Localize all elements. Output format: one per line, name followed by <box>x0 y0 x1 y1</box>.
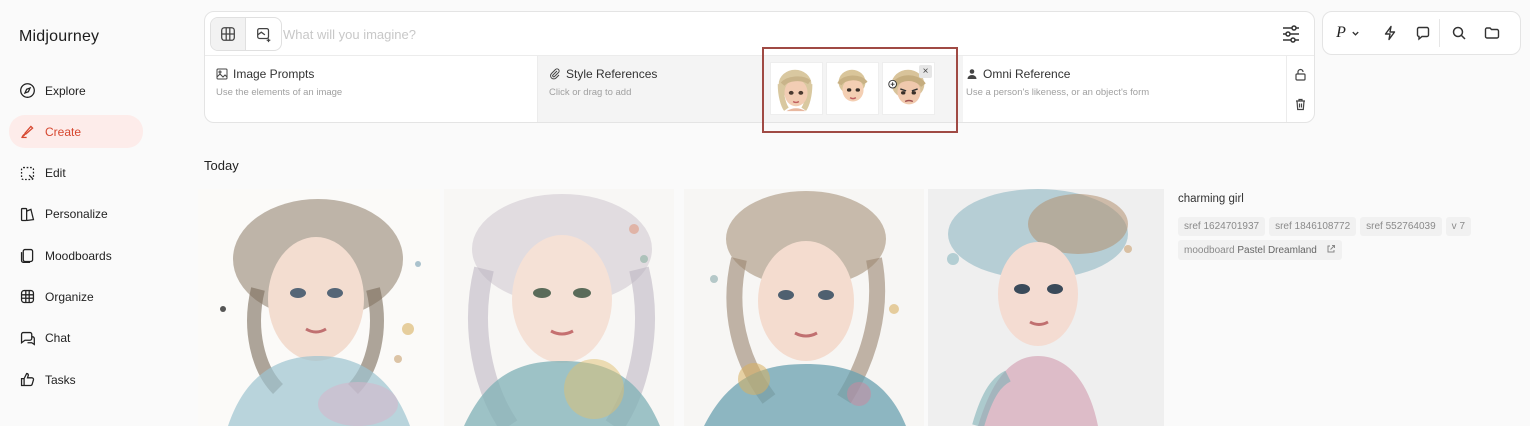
feed-section-label: Today <box>204 158 239 173</box>
style-references-title: Style References <box>549 67 657 81</box>
image-prompts-subtitle: Use the elements of an image <box>216 87 343 98</box>
brush-icon <box>20 125 34 139</box>
style-references-label: Style References <box>566 67 658 81</box>
search-button[interactable] <box>1440 12 1478 54</box>
image-icon <box>216 68 228 80</box>
omni-reference-subtitle: Use a person's likeness, or an object's … <box>966 87 1150 98</box>
sidebar-item-label: Organize <box>45 289 94 304</box>
sidebar-item-organize[interactable]: Organize <box>9 280 143 313</box>
style-references-subtitle: Click or drag to add <box>549 87 632 98</box>
prompt-panel: Image Prompts Use the elements of an ima… <box>204 11 1315 123</box>
version-tag[interactable]: v 7 <box>1445 217 1472 236</box>
unlock-icon[interactable] <box>1294 68 1307 81</box>
settings-button[interactable] <box>1280 23 1302 45</box>
sref-tag[interactable]: sref 552764039 <box>1360 217 1442 236</box>
watercolor-girl-image <box>444 189 674 426</box>
mode-toggle-group <box>210 17 282 51</box>
sidebar-item-label: Explore <box>45 83 86 98</box>
chat-icon <box>20 331 35 346</box>
image-prompts-title: Image Prompts <box>216 67 314 81</box>
image-mode-button[interactable] <box>211 18 246 50</box>
chat-mode-button[interactable] <box>1406 12 1439 54</box>
sref-tag[interactable]: sref 1846108772 <box>1269 217 1357 236</box>
sidebar-item-label: Personalize <box>45 207 108 222</box>
job-prompt-text[interactable]: charming girl <box>1178 193 1518 205</box>
highlight-annotation-box <box>762 47 958 133</box>
personalize-label: P <box>1336 24 1346 41</box>
moodboard-tag[interactable]: moodboard Pastel Dreamland <box>1178 240 1342 260</box>
moodboards-icon <box>20 249 34 264</box>
add-image-icon <box>256 27 270 43</box>
sidebar-item-edit[interactable]: Edit <box>9 157 143 190</box>
thumbs-up-icon <box>20 372 35 387</box>
watercolor-girl-image <box>928 189 1164 426</box>
sidebar-item-chat[interactable]: Chat <box>9 322 143 355</box>
midjourney-app: Midjourney Explore Create Edit Personali… <box>0 0 1530 426</box>
personalize-toggle-button[interactable]: P <box>1323 12 1373 54</box>
external-link-icon <box>1327 245 1335 253</box>
image-prompts-label: Image Prompts <box>233 67 315 81</box>
prompt-row <box>205 12 1314 56</box>
compass-icon <box>20 83 35 98</box>
job-parameter-tags: sref 1624701937 sref 1846108772 sref 552… <box>1178 217 1518 260</box>
sidebar-item-label: Chat <box>45 331 71 346</box>
sidebar-item-label: Edit <box>45 166 66 181</box>
reference-side-tools <box>1286 56 1314 122</box>
omni-reference-title: Omni Reference <box>966 67 1070 81</box>
omni-reference-label: Omni Reference <box>983 67 1071 81</box>
job-info-panel: charming girl sref 1624701937 sref 18461… <box>1178 193 1518 260</box>
image-prompts-section[interactable]: Image Prompts Use the elements of an ima… <box>205 56 538 122</box>
sliders-icon <box>1283 25 1299 43</box>
sidebar-item-explore[interactable]: Explore <box>9 74 143 107</box>
folder-button[interactable] <box>1478 12 1506 54</box>
watercolor-girl-image <box>684 189 924 426</box>
sidebar-item-create[interactable]: Create <box>9 115 143 149</box>
sidebar-item-tasks[interactable]: Tasks <box>9 363 143 396</box>
trash-icon[interactable] <box>1294 98 1307 111</box>
generated-image-3[interactable] <box>684 189 924 426</box>
sidebar-item-personalize[interactable]: Personalize <box>9 198 143 231</box>
grid-icon <box>20 290 35 304</box>
sidebar-item-moodboards[interactable]: Moodboards <box>9 239 143 272</box>
message-square-icon <box>1416 26 1429 41</box>
sref-tag[interactable]: sref 1624701937 <box>1178 217 1266 236</box>
sidebar-item-label: Tasks <box>45 372 76 387</box>
sidebar-item-label: Create <box>45 124 82 139</box>
sidebar-nav: Explore Create Edit Personalize Moodboar… <box>9 74 143 404</box>
speed-button[interactable] <box>1373 12 1406 54</box>
video-mode-button[interactable] <box>246 18 281 50</box>
person-icon <box>967 69 977 79</box>
brand-logo[interactable]: Midjourney <box>19 28 99 46</box>
grid-image-icon <box>221 27 235 41</box>
generated-image-2[interactable] <box>444 189 674 426</box>
lightning-icon <box>1384 25 1395 41</box>
moodboard-name: Pastel Dreamland <box>1237 245 1317 256</box>
top-toolbar: P <box>1322 11 1521 55</box>
personalize-icon <box>20 207 35 221</box>
prompt-input[interactable] <box>283 24 1183 44</box>
folder-icon <box>1484 27 1500 39</box>
watercolor-girl-image <box>198 189 440 426</box>
generated-image-1[interactable] <box>198 189 440 426</box>
moodboard-prefix: moodboard <box>1184 245 1235 256</box>
paperclip-icon <box>550 68 560 80</box>
sidebar-item-label: Moodboards <box>45 248 112 263</box>
edit-frame-icon <box>20 166 35 180</box>
omni-reference-section[interactable]: Omni Reference Use a person's likeness, … <box>955 56 1288 122</box>
generated-image-4[interactable] <box>928 189 1164 426</box>
chevron-down-icon <box>1352 31 1359 36</box>
search-icon <box>1452 26 1466 40</box>
